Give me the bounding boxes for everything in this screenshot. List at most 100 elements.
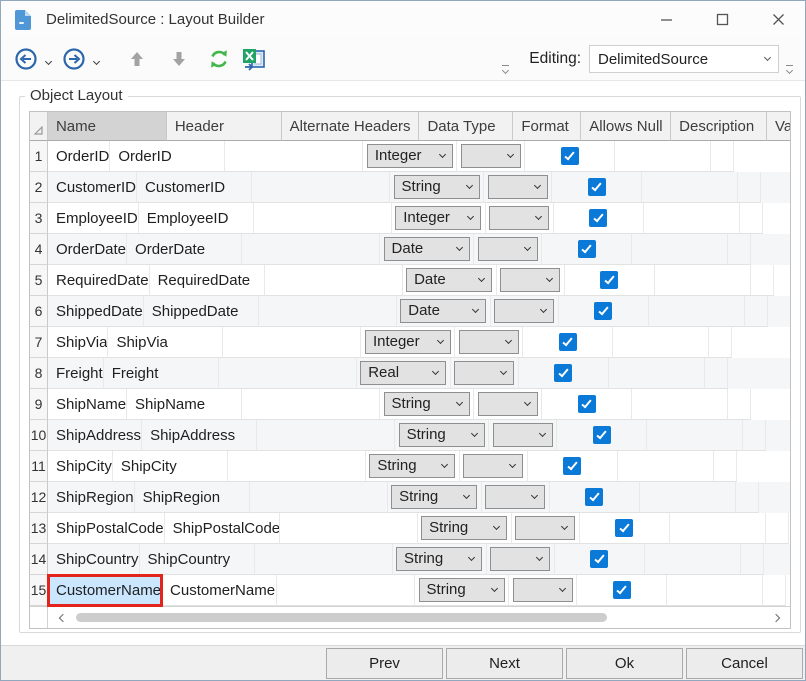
refresh-button[interactable] bbox=[205, 43, 233, 75]
next-button[interactable]: Next bbox=[446, 648, 563, 679]
editing-combobox[interactable]: DelimitedSource bbox=[589, 45, 779, 73]
alternate-headers-cell[interactable] bbox=[259, 296, 397, 327]
maximize-button[interactable] bbox=[705, 7, 739, 33]
row-number-cell[interactable]: 5 bbox=[30, 265, 48, 296]
alternate-headers-cell[interactable] bbox=[250, 482, 388, 513]
value-cell-clipped[interactable] bbox=[705, 358, 728, 389]
value-cell-clipped[interactable] bbox=[728, 389, 751, 420]
forward-button[interactable] bbox=[59, 43, 89, 75]
header-cell[interactable]: ShipCity bbox=[113, 451, 228, 482]
row-number-cell[interactable]: 14 bbox=[30, 544, 48, 575]
data-type-dropdown[interactable]: Integer bbox=[367, 144, 453, 168]
header-cell[interactable]: ShippedDate bbox=[144, 296, 259, 327]
value-cell-clipped[interactable] bbox=[745, 296, 768, 327]
description-cell[interactable] bbox=[613, 327, 709, 358]
description-cell[interactable] bbox=[645, 544, 741, 575]
allows-null-checkbox[interactable] bbox=[578, 240, 596, 258]
format-dropdown[interactable] bbox=[461, 144, 521, 168]
alternate-headers-cell[interactable] bbox=[242, 389, 380, 420]
row-number-cell[interactable]: 7 bbox=[30, 327, 48, 358]
cancel-button[interactable]: Cancel bbox=[686, 648, 803, 679]
header-cell[interactable]: OrderDate bbox=[127, 234, 242, 265]
name-cell[interactable]: ShippedDate bbox=[48, 296, 144, 327]
allows-null-checkbox[interactable] bbox=[559, 333, 577, 351]
value-cell-clipped[interactable] bbox=[736, 482, 759, 513]
format-dropdown[interactable] bbox=[488, 175, 548, 199]
allows-null-checkbox[interactable] bbox=[615, 519, 633, 537]
description-cell[interactable] bbox=[642, 172, 738, 203]
row-number-cell[interactable]: 2 bbox=[30, 172, 48, 203]
alternate-headers-cell[interactable] bbox=[252, 172, 390, 203]
description-cell[interactable] bbox=[647, 420, 743, 451]
column-header-value-clipped[interactable]: Va bbox=[767, 112, 790, 141]
format-dropdown[interactable] bbox=[454, 361, 514, 385]
grid-corner-header[interactable] bbox=[30, 112, 48, 141]
minimize-button[interactable] bbox=[649, 7, 683, 33]
data-type-dropdown[interactable]: String bbox=[396, 547, 482, 571]
name-cell[interactable]: ShipCity bbox=[48, 451, 113, 482]
format-dropdown[interactable] bbox=[489, 206, 549, 230]
allows-null-checkbox[interactable] bbox=[563, 457, 581, 475]
allows-null-checkbox[interactable] bbox=[588, 178, 606, 196]
description-cell[interactable] bbox=[609, 358, 705, 389]
format-dropdown[interactable] bbox=[459, 330, 519, 354]
alternate-headers-cell[interactable] bbox=[223, 327, 361, 358]
alternate-headers-cell[interactable] bbox=[219, 358, 357, 389]
format-dropdown[interactable] bbox=[478, 237, 538, 261]
row-number-cell[interactable]: 8 bbox=[30, 358, 48, 389]
value-cell-clipped[interactable] bbox=[740, 203, 763, 234]
allows-null-checkbox[interactable] bbox=[589, 209, 607, 227]
scroll-right-button[interactable] bbox=[764, 615, 790, 621]
forward-dropdown-chevron-icon[interactable] bbox=[93, 57, 100, 64]
description-cell[interactable] bbox=[670, 513, 766, 544]
allows-null-checkbox[interactable] bbox=[600, 271, 618, 289]
row-number-cell[interactable]: 4 bbox=[30, 234, 48, 265]
format-dropdown[interactable] bbox=[490, 547, 550, 571]
data-type-dropdown[interactable]: Date bbox=[384, 237, 470, 261]
data-type-dropdown[interactable]: String bbox=[391, 485, 477, 509]
name-cell[interactable]: CustomerName bbox=[48, 575, 162, 606]
data-type-dropdown[interactable]: String bbox=[384, 392, 470, 416]
alternate-headers-cell[interactable] bbox=[228, 451, 366, 482]
data-type-dropdown[interactable]: Date bbox=[406, 268, 492, 292]
header-cell[interactable]: ShipAddress bbox=[142, 420, 257, 451]
column-header-alternate-headers[interactable]: Alternate Headers bbox=[282, 112, 420, 141]
description-cell[interactable] bbox=[644, 203, 740, 234]
move-down-button[interactable] bbox=[167, 43, 191, 75]
horizontal-scrollbar[interactable] bbox=[30, 606, 790, 628]
alternate-headers-cell[interactable] bbox=[254, 203, 392, 234]
name-cell[interactable]: ShipVia bbox=[48, 327, 108, 358]
format-dropdown[interactable] bbox=[494, 299, 554, 323]
description-cell[interactable] bbox=[632, 234, 728, 265]
data-type-dropdown[interactable]: String bbox=[419, 578, 505, 602]
row-number-cell[interactable]: 11 bbox=[30, 451, 48, 482]
format-dropdown[interactable] bbox=[500, 268, 560, 292]
scrollbar-thumb[interactable] bbox=[76, 613, 607, 622]
value-cell-clipped[interactable] bbox=[711, 141, 734, 172]
toolbar-overflow-left-icon[interactable] bbox=[499, 55, 511, 73]
scroll-left-button[interactable] bbox=[48, 615, 74, 621]
format-dropdown[interactable] bbox=[485, 485, 545, 509]
alternate-headers-cell[interactable] bbox=[242, 234, 380, 265]
name-cell[interactable]: ShipName bbox=[48, 389, 127, 420]
column-header-data-type[interactable]: Data Type bbox=[419, 112, 513, 141]
alternate-headers-cell[interactable] bbox=[265, 265, 403, 296]
format-dropdown[interactable] bbox=[478, 392, 538, 416]
data-type-dropdown[interactable]: String bbox=[421, 516, 507, 540]
back-dropdown-chevron-icon[interactable] bbox=[45, 57, 52, 64]
prev-button[interactable]: Prev bbox=[326, 648, 443, 679]
name-cell[interactable]: OrderID bbox=[48, 141, 110, 172]
close-button[interactable] bbox=[761, 7, 795, 33]
allows-null-checkbox[interactable] bbox=[585, 488, 603, 506]
data-type-dropdown[interactable]: String bbox=[369, 454, 455, 478]
header-cell[interactable]: ShipName bbox=[127, 389, 242, 420]
toolbar-overflow-right-icon[interactable] bbox=[783, 55, 795, 73]
value-cell-clipped[interactable] bbox=[766, 513, 789, 544]
row-number-cell[interactable]: 10 bbox=[30, 420, 48, 451]
name-cell[interactable]: ShipPostalCode bbox=[48, 513, 165, 544]
header-cell[interactable]: ShipVia bbox=[108, 327, 223, 358]
allows-null-checkbox[interactable] bbox=[593, 426, 611, 444]
data-type-dropdown[interactable]: String bbox=[399, 423, 485, 447]
scrollbar-track[interactable] bbox=[74, 607, 764, 628]
description-cell[interactable] bbox=[632, 389, 728, 420]
